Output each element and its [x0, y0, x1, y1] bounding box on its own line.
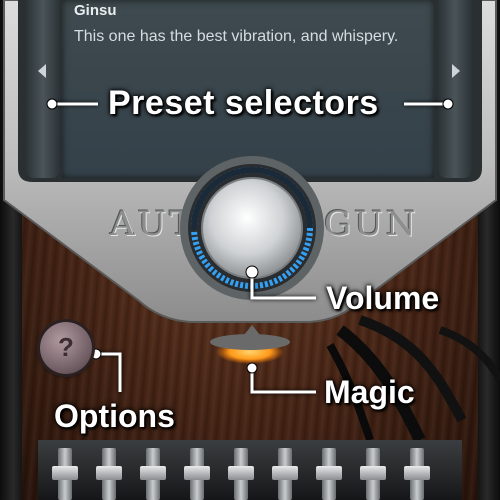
callout-magic: Magic — [324, 374, 415, 410]
callout-preset-selectors: Preset selectors — [108, 84, 379, 122]
eq-slider-handle[interactable] — [316, 466, 342, 480]
eq-slider-handle[interactable] — [96, 466, 122, 480]
eq-slider-handle[interactable] — [184, 466, 210, 480]
eq-slider-handle[interactable] — [360, 466, 386, 480]
eq-slider-handle[interactable] — [228, 466, 254, 480]
eq-slider-handle[interactable] — [52, 466, 78, 480]
eq-slider-handle[interactable] — [140, 466, 166, 480]
question-icon: ? — [58, 332, 74, 362]
callout-options: Options — [54, 398, 175, 434]
eq-slider-handle[interactable] — [404, 466, 430, 480]
options-button[interactable]: ? — [40, 322, 92, 374]
eq-slider-handle[interactable] — [272, 466, 298, 480]
callout-volume: Volume — [326, 280, 440, 316]
